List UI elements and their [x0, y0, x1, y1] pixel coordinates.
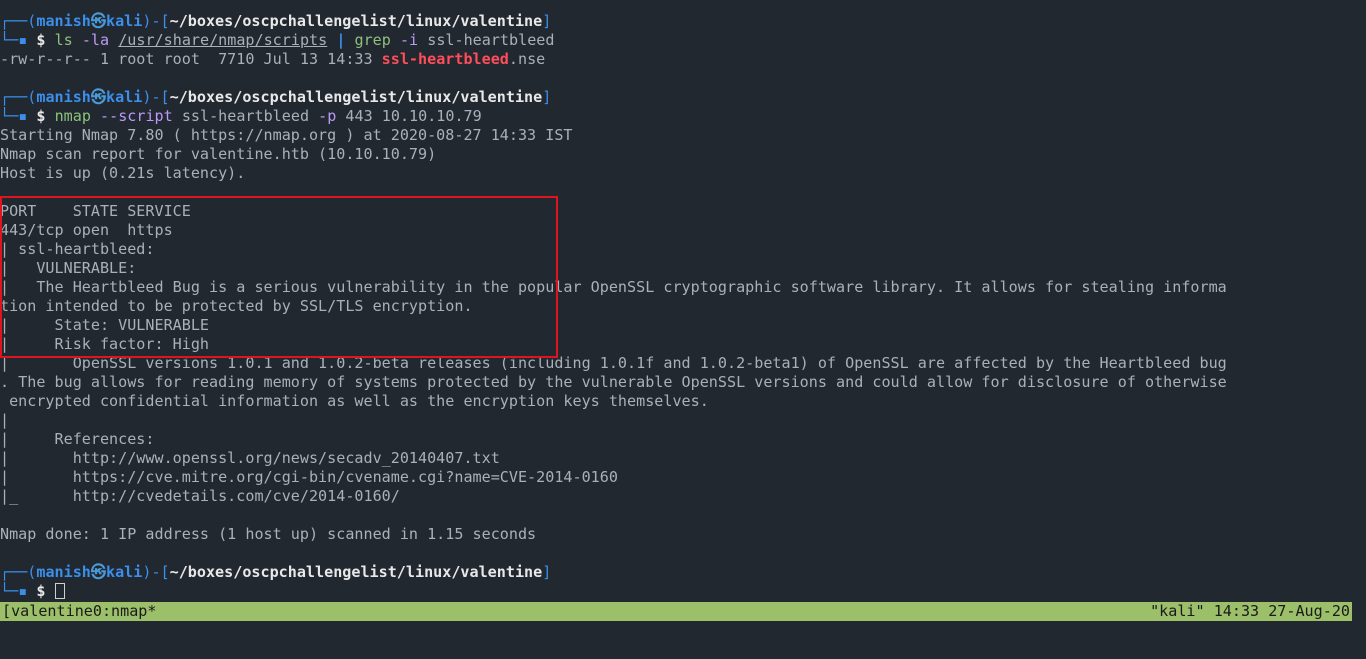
terminal-cursor[interactable] — [54, 583, 65, 599]
command-argument: ssl-heartbleed — [181, 107, 310, 125]
command-flag: --script — [100, 107, 173, 125]
prompt-frame: ] — [542, 88, 552, 106]
prompt-frame: )-[ — [142, 88, 170, 106]
prompt-host: kali — [106, 563, 143, 581]
command-program: nmap — [54, 107, 91, 125]
prompt-arrow: ▪ — [18, 31, 37, 49]
prompt-host: kali — [106, 12, 143, 30]
output-line: encrypted confidential information as we… — [0, 392, 709, 410]
output-line: | VULNERABLE: — [0, 259, 137, 277]
skull-icon: ㉿ — [90, 563, 106, 581]
tmux-status-bar: [valentine0:nmap* "kali" 14:33 27-Aug-20 — [0, 602, 1352, 621]
command-line: └─▪ $ ls -la /usr/share/nmap/scripts | g… — [0, 31, 1366, 50]
command-argument: ssl-heartbleed — [427, 31, 555, 49]
command-flag: -i — [399, 31, 419, 49]
output-line: | OpenSSL versions 1.0.1 and 1.0.2-beta … — [0, 354, 1227, 372]
prompt-user: manish — [36, 563, 91, 581]
status-host-time: "kali" 14:33 27-Aug-20 — [1150, 602, 1350, 620]
output-line: tion intended to be protected by SSL/TLS… — [0, 297, 473, 315]
output-line: | The Heartbleed Bug is a serious vulner… — [0, 278, 1227, 296]
output-line: | References: — [0, 430, 155, 448]
command-line[interactable]: └─▪ $ — [0, 582, 1366, 601]
terminal-window[interactable]: ┌──(manish㉿kali)-[~/boxes/oscpchallengel… — [0, 12, 1366, 601]
command-argument: 443 10.10.10.79 — [345, 107, 482, 125]
prompt-frame: ] — [542, 563, 552, 581]
output-line: -rw-r--r-- 1 root root 7710 Jul 13 14:33… — [0, 50, 1366, 69]
prompt-frame: └─ — [0, 582, 19, 600]
output-line: | https://cve.mitre.org/cgi-bin/cvename.… — [0, 468, 618, 486]
ls-output-suffix: .nse — [508, 50, 546, 68]
prompt-header: ┌──(manish㉿kali)-[~/boxes/oscpchallengel… — [0, 563, 1366, 582]
command-line: └─▪ $ nmap --script ssl-heartbleed -p 44… — [0, 107, 1366, 126]
prompt-user: manish — [36, 88, 91, 106]
command-flag: -p — [318, 107, 337, 125]
prompt-arrow: ▪ — [18, 582, 37, 600]
prompt-frame: )-[ — [142, 563, 170, 581]
command-flag: -la — [81, 31, 110, 49]
output-line: . The bug allows for reading memory of s… — [0, 373, 1227, 391]
prompt-path: ~/boxes/oscpchallengelist/linux/valentin… — [169, 88, 543, 106]
scroll-gutter — [1352, 0, 1366, 633]
prompt-frame: └─ — [0, 31, 19, 49]
ls-output-prefix: -rw-r--r-- 1 root root 7710 Jul 13 14:33 — [0, 50, 382, 68]
command-program: grep — [354, 31, 391, 49]
output-line: Starting Nmap 7.80 ( https://nmap.org ) … — [0, 126, 573, 144]
grep-match: ssl-heartbleed — [381, 50, 509, 68]
prompt-host: kali — [106, 88, 143, 106]
command-path: /usr/share/nmap/scripts — [118, 31, 328, 49]
prompt-frame: )-[ — [142, 12, 170, 30]
prompt-frame: ┌──( — [0, 88, 37, 106]
prompt-frame: ┌──( — [0, 12, 37, 30]
prompt-frame: ] — [542, 12, 552, 30]
output-line: |_ http://cvedetails.com/cve/2014-0160/ — [0, 487, 400, 505]
output-line: | http://www.openssl.org/news/secadv_201… — [0, 449, 500, 467]
output-line: Nmap done: 1 IP address (1 host up) scan… — [0, 525, 537, 543]
output-line: | Risk factor: High — [0, 335, 210, 353]
output-line: 443/tcp open https — [0, 221, 173, 239]
prompt-frame: ┌──( — [0, 563, 37, 581]
prompt-arrow: ▪ — [18, 107, 37, 125]
output-line: | State: VULNERABLE — [0, 316, 210, 334]
status-window-name[interactable]: [valentine0:nmap* — [2, 602, 156, 621]
output-line: Nmap scan report for valentine.htb (10.1… — [0, 145, 437, 163]
prompt-user: manish — [36, 12, 91, 30]
prompt-header: ┌──(manish㉿kali)-[~/boxes/oscpchallengel… — [0, 12, 1366, 31]
prompt-path: ~/boxes/oscpchallengelist/linux/valentin… — [169, 563, 543, 581]
command-program: ls — [54, 31, 73, 49]
output-line: Host is up (0.21s latency). — [0, 164, 246, 182]
prompt-frame: └─ — [0, 107, 19, 125]
prompt-header: ┌──(manish㉿kali)-[~/boxes/oscpchallengel… — [0, 88, 1366, 107]
prompt-path: ~/boxes/oscpchallengelist/linux/valentin… — [169, 12, 543, 30]
output-line: | — [0, 411, 10, 429]
skull-icon: ㉿ — [90, 88, 106, 106]
output-line: PORT STATE SERVICE — [0, 202, 191, 220]
output-line: | ssl-heartbleed: — [0, 240, 155, 258]
skull-icon: ㉿ — [90, 12, 106, 30]
